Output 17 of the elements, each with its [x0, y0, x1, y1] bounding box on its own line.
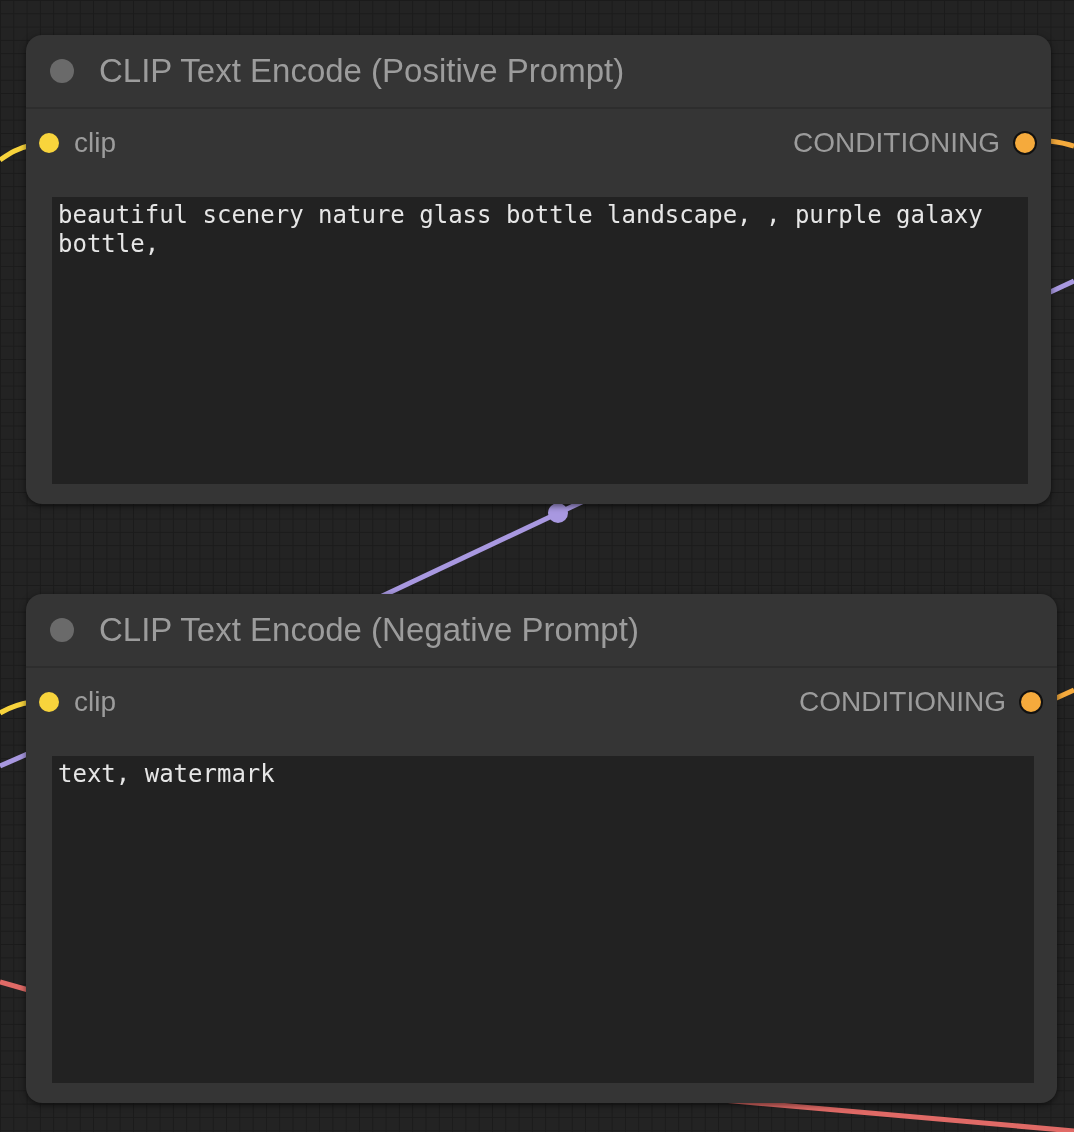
node-card[interactable]: CLIP Text Encode (Positive Prompt) clip CONDITIONING beautiful scenery nature glass bottle landscape, , purple galaxy bottle, — [26, 35, 1051, 504]
prompt-text-field[interactable]: text, watermark — [52, 756, 1034, 1083]
node-title: CLIP Text Encode (Negative Prompt) — [99, 611, 639, 649]
slot-label: CONDITIONING — [799, 685, 1006, 718]
wire-midpoint-dot-icon[interactable] — [548, 503, 568, 523]
slot-label: CONDITIONING — [793, 126, 1000, 159]
output-slot-dot-icon[interactable] — [1013, 130, 1037, 155]
input-slot-dot-icon[interactable] — [39, 132, 59, 153]
input-slot-dot-icon[interactable] — [39, 691, 59, 712]
output-slot-dot-icon[interactable] — [1019, 689, 1043, 714]
slot-label: clip — [74, 685, 116, 718]
node-card[interactable]: CLIP Text Encode (Negative Prompt) clip CONDITIONING text, watermark — [26, 594, 1057, 1103]
prompt-text-field[interactable]: beautiful scenery nature glass bottle landscape, , purple galaxy bottle, — [52, 197, 1028, 484]
node-title: CLIP Text Encode (Positive Prompt) — [99, 52, 625, 90]
collapse-dot-icon[interactable] — [50, 59, 74, 83]
collapse-dot-icon[interactable] — [50, 618, 74, 642]
slot-label: clip — [74, 126, 116, 159]
